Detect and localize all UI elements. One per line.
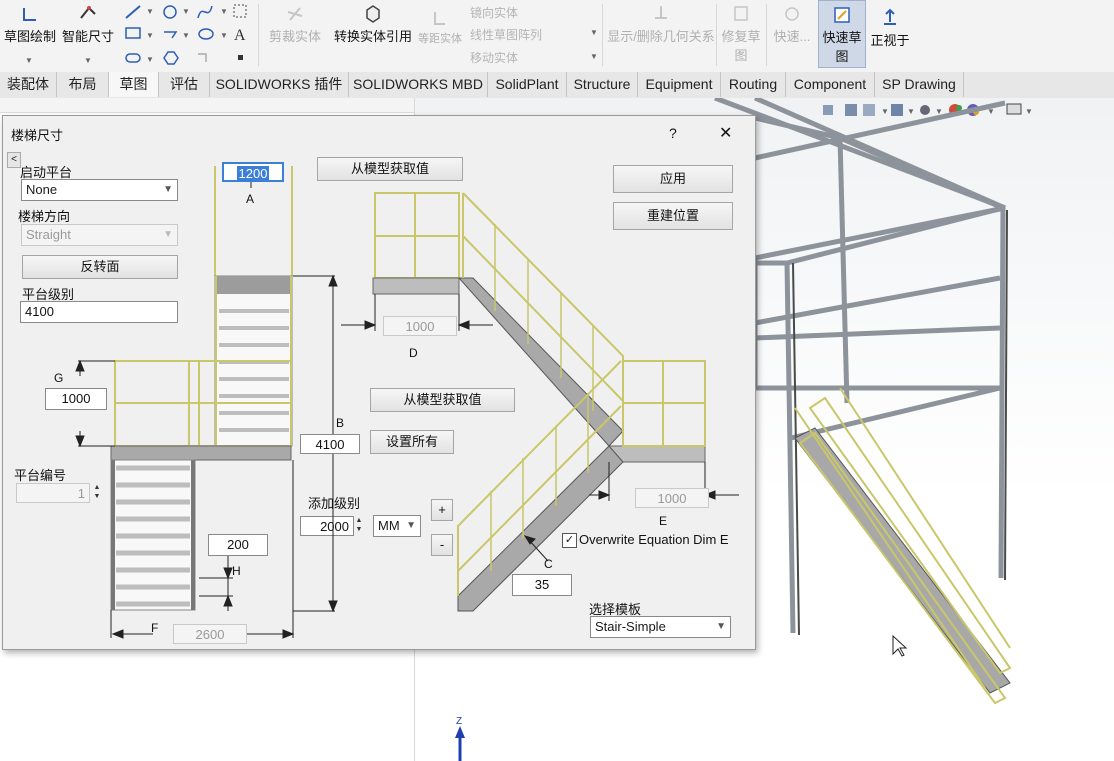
dim-e-label: E [659, 514, 668, 528]
dim-f-input[interactable]: 2600 [173, 624, 247, 644]
dim-d-input[interactable]: 1000 [383, 316, 457, 336]
repair-sketch-button[interactable]: 修复草图 [718, 4, 764, 64]
ribbon-separator [766, 4, 767, 66]
switchback-stair-drawing [341, 192, 739, 612]
axis-triad-icon: Z [455, 716, 465, 761]
mirror-entities[interactable]: 镜向实体 [470, 4, 518, 21]
rapid-sketch-button[interactable]: 快速草图 [818, 0, 866, 68]
command-ribbon: 草图绘制 智能尺寸 ▼ ▼ ▼ ▼ ▼ ▼ ▼ ▼ A ▼ 剪裁实体 转换实体引… [0, 0, 1114, 73]
dim-g-input[interactable]: 1000 [45, 388, 107, 410]
sketch-label: 草图绘制 [3, 29, 56, 44]
chevron-down-icon[interactable]: ▼ [25, 56, 33, 65]
steel-frame [714, 98, 1007, 634]
move-entities[interactable]: 移动实体 [470, 49, 518, 66]
side-elevation-drawing [75, 166, 338, 639]
tab-component[interactable]: Component [786, 72, 875, 97]
chevron-down-icon[interactable]: ▼ [84, 56, 92, 65]
dim-a-label: A [246, 192, 255, 206]
repair-sketch-icon [734, 6, 748, 21]
tab-routing[interactable]: Routing [721, 72, 786, 97]
dim-b-label: B [336, 416, 345, 430]
ribbon-separator [602, 4, 603, 66]
sketch-button[interactable]: 草图绘制 [2, 4, 58, 45]
trim-label: 剪裁实体 [268, 29, 321, 44]
normal-to-icon [884, 8, 896, 25]
tab-solidworks-addins[interactable]: SOLIDWORKS 插件 [210, 72, 349, 97]
svg-text:▼: ▼ [220, 7, 228, 16]
chevron-down-icon[interactable]: ▼ [590, 28, 598, 37]
quick-snaps-button[interactable]: 快速... [768, 4, 816, 45]
display-relations-button[interactable]: 显示/删除几何关系 [606, 4, 716, 45]
relations-icon [655, 6, 667, 19]
quick-snaps-label: 快速... [773, 29, 811, 44]
dim-c-label: C [544, 557, 553, 571]
dim-a-value: 1200 [236, 166, 270, 181]
normal-to-label: 正视于 [870, 33, 910, 48]
relations-label: 显示/删除几何关系 [607, 29, 715, 44]
dim-g-label: G [54, 371, 64, 385]
offset-label: 等距实体 [418, 33, 462, 45]
svg-text:A: A [234, 27, 246, 44]
svg-text:▼: ▼ [146, 7, 154, 16]
repair-sketch-label: 修复草图 [721, 29, 761, 63]
trim-button[interactable]: 剪裁实体 [262, 4, 328, 45]
command-manager-tabs: 装配体 布局 草图 评估 SOLIDWORKS 插件 SOLIDWORKS MB… [0, 72, 1114, 99]
convert-entities-icon [366, 5, 380, 23]
tab-sketch[interactable]: 草图 [109, 72, 159, 97]
convert-entities-label: 转换实体引用 [333, 29, 412, 44]
tab-sp-drawing[interactable]: SP Drawing [875, 72, 964, 97]
sketch-icon [23, 8, 36, 21]
svg-text:▼: ▼ [182, 7, 190, 16]
svg-text:▼: ▼ [146, 31, 154, 40]
sketch-tools-icons[interactable]: ▼ ▼ ▼ ▼ ▼ ▼ A ▼ [120, 2, 254, 68]
trim-icon [287, 7, 303, 21]
dim-e-input[interactable]: 1000 [635, 488, 709, 508]
dim-h-input[interactable]: 200 [208, 534, 268, 556]
svg-text:▼: ▼ [146, 55, 154, 64]
svg-text:▼: ▼ [220, 31, 228, 40]
normal-to-button[interactable]: 正视于 [868, 8, 912, 49]
smart-dimension-button[interactable]: 智能尺寸 [60, 4, 116, 45]
tab-solidplant[interactable]: SolidPlant [488, 72, 567, 97]
dim-a-input[interactable]: 1200 [222, 162, 284, 182]
triad-z-label: Z [456, 716, 462, 727]
dim-d-label: D [409, 346, 418, 360]
stair-dimensions-dialog: 楼梯尺寸 ? ✕ < 启动平台 None ▼ 楼梯方向 Straight ▼ 反… [2, 115, 756, 650]
linear-pattern[interactable]: 线性草图阵列 [470, 26, 542, 43]
chevron-down-icon[interactable]: ▼ [590, 52, 598, 61]
smart-dimension-label: 智能尺寸 [61, 29, 114, 44]
tab-equipment[interactable]: Equipment [638, 72, 721, 97]
stair-diagrams [75, 166, 739, 639]
dim-c-input[interactable]: 35 [512, 574, 572, 596]
dim-h-label: H [232, 564, 241, 578]
mouse-cursor-icon [892, 634, 908, 657]
rapid-sketch-label: 快速草图 [822, 30, 862, 64]
svg-text:▼: ▼ [182, 31, 190, 40]
ribbon-separator [258, 4, 259, 66]
tab-evaluate[interactable]: 评估 [159, 72, 210, 97]
dim-f-label: F [151, 621, 159, 635]
smart-dimension-icon [80, 6, 96, 19]
ribbon-separator [716, 4, 717, 66]
tab-assembly[interactable]: 装配体 [0, 72, 57, 97]
tab-solidworks-mbd[interactable]: SOLIDWORKS MBD [349, 72, 488, 97]
tab-layout[interactable]: 布局 [57, 72, 109, 97]
offset-button[interactable]: 等距实体 [418, 8, 462, 46]
tab-structure[interactable]: Structure [567, 72, 638, 97]
quick-snaps-icon [785, 7, 799, 21]
dim-b-input[interactable]: 4100 [300, 434, 360, 454]
rapid-sketch-icon [834, 7, 850, 23]
convert-entities-button[interactable]: 转换实体引用 [330, 4, 416, 45]
pane-splitter[interactable] [0, 98, 414, 113]
offset-icon [434, 12, 445, 25]
